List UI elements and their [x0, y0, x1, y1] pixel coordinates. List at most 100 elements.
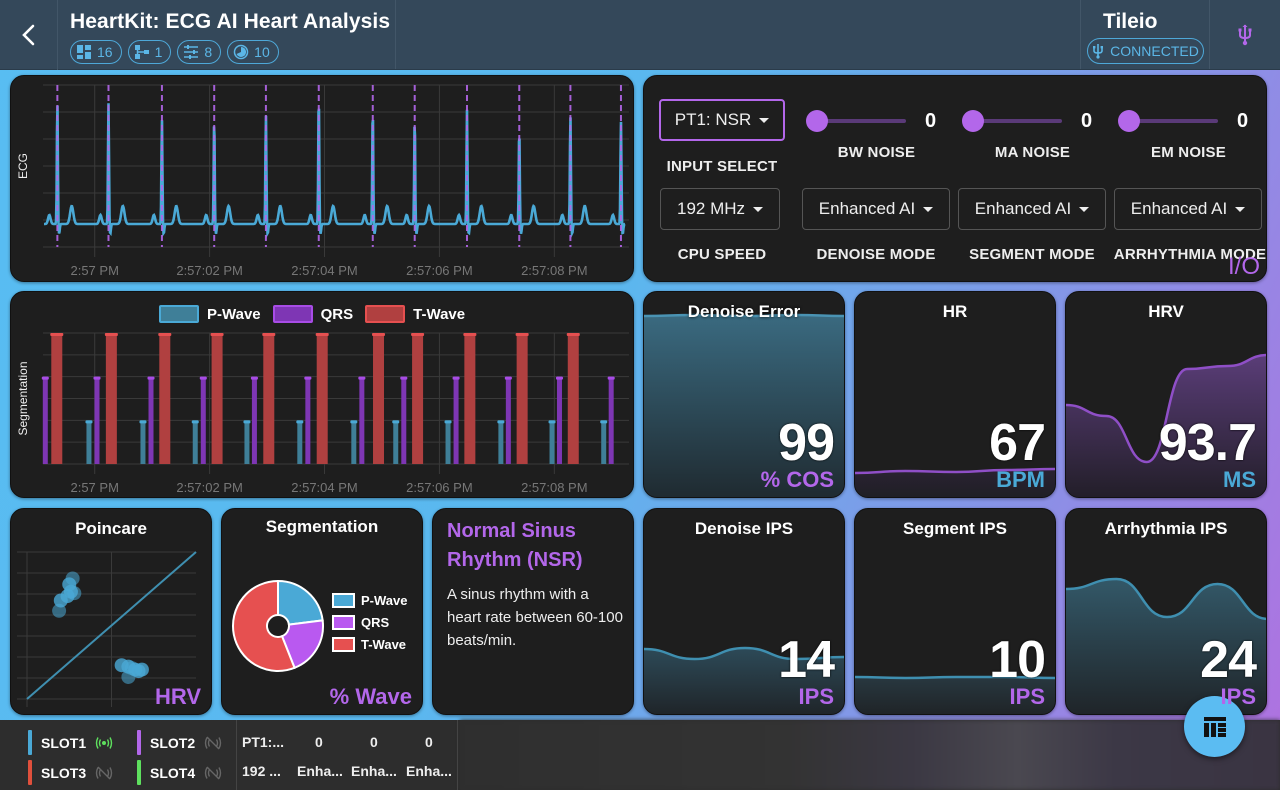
pie-legend-item[interactable]: P-Wave — [332, 593, 407, 608]
usb-connect-button[interactable] — [1210, 0, 1280, 69]
segmentation-bar-cap — [191, 420, 199, 424]
input-select-dropdown[interactable]: PT1: NSR — [659, 99, 785, 141]
pie-legend-item[interactable]: T-Wave — [332, 637, 407, 652]
card-title: Arrhythmia IPS — [1104, 519, 1228, 538]
chip-value: 16 — [97, 44, 113, 60]
slot-1[interactable]: SLOT1 — [28, 730, 113, 755]
hr-card: HR 67 BPM — [854, 291, 1056, 498]
x-tick-label: 2:57:06 PM — [406, 263, 473, 278]
segmentation-bar-cap — [566, 333, 580, 336]
rhythm-description: A sinus rhythm with a heart rate between… — [447, 586, 623, 649]
segment-mode-value: Enhanced AI — [974, 199, 1072, 218]
device-name: Tileio — [1103, 10, 1158, 33]
chip-dashboards[interactable]: 16 — [70, 40, 122, 64]
slot-color-bar — [137, 730, 141, 755]
legend-swatch-t-wave[interactable] — [365, 305, 406, 323]
arrhythmia-mode-dropdown[interactable]: Enhanced AI — [1114, 188, 1262, 230]
signal-off-icon — [95, 766, 113, 779]
chip-hierarchy[interactable]: 1 — [127, 40, 172, 64]
pie-legend: P-Wave QRS T-Wave — [332, 593, 407, 652]
pie-tag: % Wave — [329, 684, 412, 709]
legend-swatch-qrs[interactable] — [272, 305, 313, 323]
pie-legend-item[interactable]: QRS — [332, 615, 407, 630]
stats-chips: 16 1 8 10 — [70, 40, 395, 64]
hrv-card: HRV 93.7 MS — [1065, 291, 1267, 498]
legend-swatch-p-wave[interactable] — [159, 305, 199, 323]
slider-thumb[interactable] — [806, 110, 828, 132]
segmentation-bar — [516, 333, 528, 464]
bottom-bar: SLOT1 SLOT2 SLOT3 SLOT4 PT1:... 0 0 0 19… — [0, 720, 1280, 790]
em-noise-label: EM NOISE — [1151, 144, 1226, 161]
ma-noise-slider[interactable] — [962, 109, 1064, 133]
slider-thumb[interactable] — [1118, 110, 1140, 132]
arrhythmia-ips-value: 24 — [1200, 631, 1257, 689]
summary-arrhythmia: Enha... — [406, 763, 452, 779]
signal-connected-icon — [95, 736, 113, 749]
slot-label: SLOT2 — [150, 734, 196, 751]
card-title: Segmentation — [265, 517, 379, 536]
slot-2[interactable]: SLOT2 — [137, 730, 222, 755]
bw-noise-slider[interactable] — [806, 109, 908, 133]
segmentation-bar — [549, 420, 555, 464]
divider — [236, 720, 237, 790]
chip-settings[interactable]: 8 — [177, 40, 222, 64]
cpu-speed-label: CPU SPEED — [677, 246, 767, 263]
segmentation-bar — [464, 333, 476, 464]
denoise-ips-card: Denoise IPS 14 IPS — [643, 508, 845, 715]
segmentation-bar — [200, 376, 206, 464]
ma-noise-value: 0 — [1081, 110, 1093, 132]
arrhythmia-ips-card: Arrhythmia IPS 24 IPS — [1065, 508, 1267, 715]
cpu-speed-dropdown[interactable]: 192 MHz — [660, 188, 780, 230]
signal-off-icon — [204, 766, 222, 779]
y-axis-label: ECG — [16, 153, 30, 179]
segmentation-bar-cap — [515, 333, 529, 336]
x-tick-label: 2:57:06 PM — [406, 480, 473, 495]
slider-thumb[interactable] — [962, 110, 984, 132]
denoise-ips-value: 14 — [778, 631, 835, 689]
segmentation-bar — [251, 376, 257, 464]
denoise-mode-dropdown[interactable]: Enhanced AI — [802, 188, 950, 230]
legend-label: P-Wave — [207, 305, 261, 323]
segmentation-bar-cap — [262, 333, 276, 336]
em-noise-value: 0 — [1237, 110, 1249, 132]
dashboard-layout-icon — [1203, 716, 1226, 737]
segmentation-bar — [359, 376, 365, 464]
chip-value: 1 — [154, 44, 163, 60]
x-tick-label: 2:57 PM — [70, 263, 118, 278]
em-noise-slider[interactable] — [1118, 109, 1220, 133]
chip-timer[interactable]: 10 — [227, 40, 279, 64]
segmentation-bar-cap — [85, 420, 93, 424]
summary-segment: Enha... — [351, 763, 397, 779]
denoise-mode-label: DENOISE MODE — [816, 246, 936, 263]
poincare-point — [134, 662, 149, 677]
slot-3[interactable]: SLOT3 — [28, 760, 113, 785]
segmentation-bar — [393, 420, 399, 464]
segmentation-bar — [316, 333, 328, 464]
pie-slice — [277, 579, 324, 626]
summary-ma: 0 — [370, 734, 378, 750]
segmentation-bar-cap — [358, 376, 366, 380]
segmentation-bar — [244, 420, 250, 464]
page-title: HeartKit: ECG AI Heart Analysis — [70, 10, 391, 33]
rhythm-card: Normal Sinus Rhythm (NSR) A sinus rhythm… — [432, 508, 634, 715]
back-button[interactable] — [0, 0, 58, 70]
poincare-card: Poincare HRV — [10, 508, 212, 715]
segmentation-legend: P-Wave QRS T-Wave — [159, 305, 465, 323]
chip-value: 10 — [254, 44, 270, 60]
segmentation-bar — [192, 420, 198, 464]
slot-4[interactable]: SLOT4 — [137, 760, 222, 785]
segmentation-bar-cap — [463, 333, 477, 336]
segmentation-bar-cap — [607, 376, 615, 380]
segment-mode-dropdown[interactable]: Enhanced AI — [958, 188, 1106, 230]
segmentation-bar — [412, 333, 424, 464]
segmentation-chart-card: 2:57 PM 2:57:02 PM 2:57:04 PM 2:57:06 PM 2:5… — [10, 291, 634, 498]
ecg-line — [44, 103, 626, 239]
x-tick-label: 2:57:02 PM — [176, 480, 243, 495]
legend-swatch — [332, 615, 355, 630]
ecg-chart: 2:57 PM 2:57:02 PM 2:57:04 PM 2:57:06 PM 2:5… — [16, 84, 629, 278]
usb-icon — [1238, 24, 1252, 45]
slot-label: SLOT1 — [41, 734, 87, 751]
segment-ips-unit: IPS — [1009, 684, 1045, 709]
bw-noise-label: BW NOISE — [837, 144, 916, 161]
segmentation-bar — [498, 420, 504, 464]
